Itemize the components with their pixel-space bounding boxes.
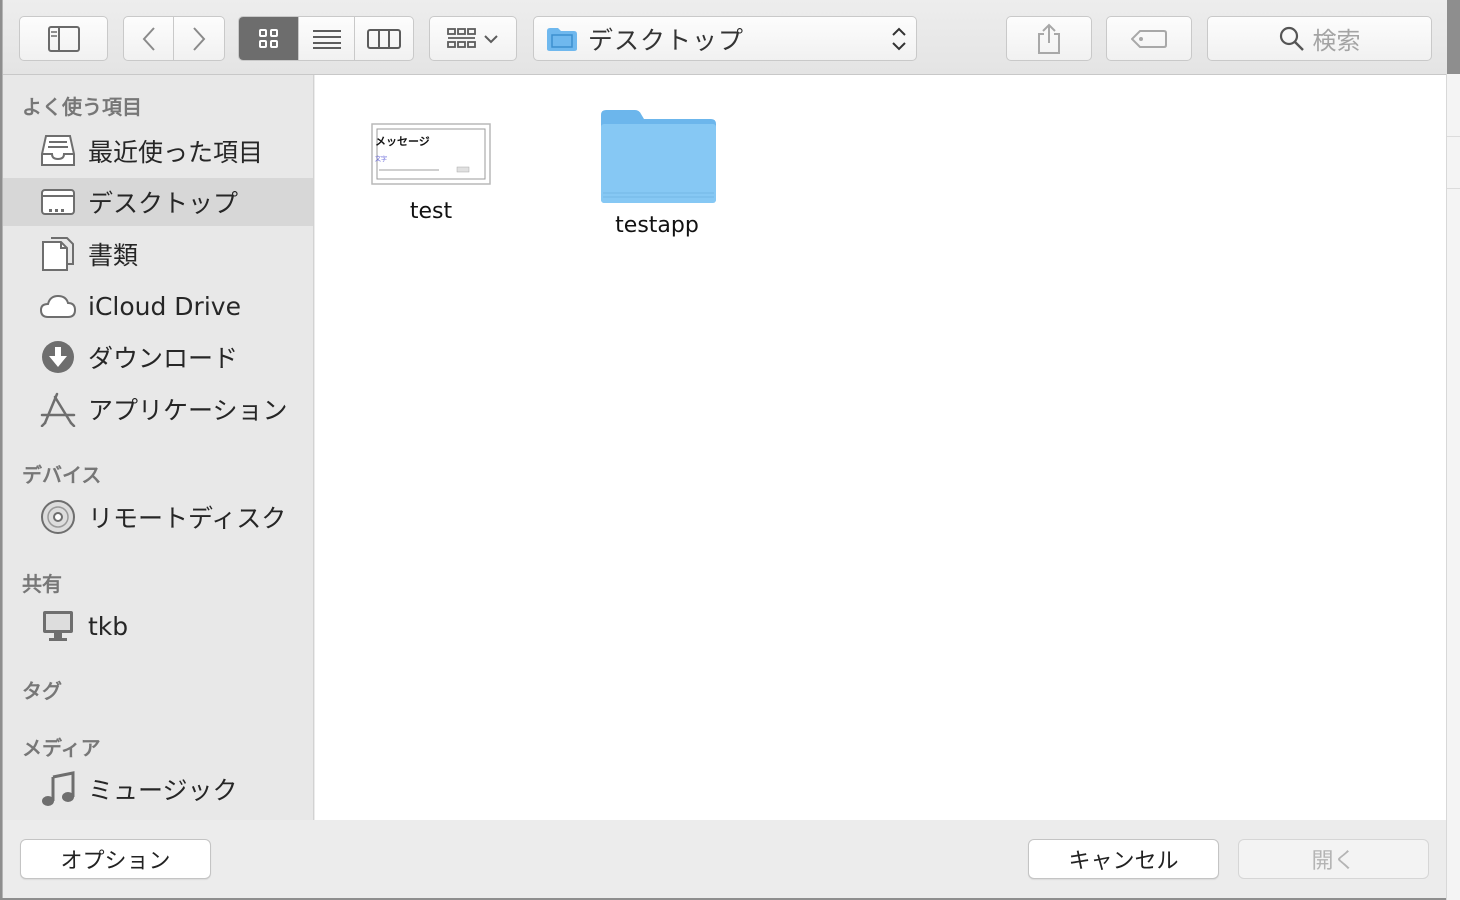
share-icon bbox=[1038, 23, 1060, 54]
dialog-footer: オプション キャンセル 開く bbox=[3, 820, 1447, 898]
downloads-icon bbox=[38, 337, 78, 377]
stepper-arrows-icon bbox=[892, 27, 906, 51]
icloud-icon bbox=[38, 286, 78, 326]
share-button[interactable] bbox=[1006, 16, 1092, 61]
list-icon bbox=[312, 29, 341, 49]
sidebar-item-downloads[interactable]: ダウンロード bbox=[3, 333, 313, 381]
columns-icon bbox=[367, 28, 401, 49]
sidebar-item-label: 最近使った項目 bbox=[88, 138, 264, 167]
folder-icon bbox=[601, 110, 716, 203]
navigation-buttons bbox=[123, 16, 225, 61]
file-name: test bbox=[409, 199, 453, 224]
section-header-media: メディア bbox=[22, 736, 101, 760]
divider bbox=[1447, 188, 1460, 189]
file-dialog-window: デスクトップ 検索 よく使う項目 最近使った項目 デスクトップ 書類 iClou… bbox=[2, 0, 1447, 898]
icon-view-button[interactable] bbox=[239, 17, 299, 60]
search-placeholder: 検索 bbox=[1312, 27, 1361, 55]
file-name: testapp bbox=[615, 213, 699, 238]
sidebar: よく使う項目 最近使った項目 デスクトップ 書類 iCloud Drive ダウ… bbox=[3, 75, 314, 820]
desktop-icon bbox=[38, 182, 78, 222]
list-view-button[interactable] bbox=[299, 17, 355, 60]
cancel-button[interactable]: キャンセル bbox=[1028, 839, 1219, 879]
column-view-button[interactable] bbox=[355, 17, 413, 60]
tag-button[interactable] bbox=[1106, 16, 1192, 61]
sidebar-item-tkb[interactable]: tkb bbox=[3, 602, 313, 650]
tag-icon bbox=[1131, 29, 1167, 48]
sidebar-item-applications[interactable]: アプリケーション bbox=[3, 385, 313, 433]
applications-icon bbox=[38, 389, 78, 429]
divider bbox=[1447, 136, 1460, 137]
background-window-edge bbox=[1446, 74, 1460, 900]
document-thumbnail bbox=[371, 113, 491, 187]
sidebar-item-label: 書類 bbox=[88, 241, 139, 270]
path-popup[interactable]: デスクトップ bbox=[533, 16, 917, 61]
recents-icon bbox=[38, 131, 78, 171]
file-item-testapp[interactable]: testapp bbox=[567, 107, 747, 238]
sidebar-item-remote-disc[interactable]: リモートディスク bbox=[3, 493, 313, 541]
chevron-right-icon bbox=[193, 26, 206, 51]
open-button[interactable]: 開く bbox=[1238, 839, 1429, 879]
sidebar-item-recents[interactable]: 最近使った項目 bbox=[3, 127, 313, 175]
path-label: デスクトップ bbox=[588, 25, 745, 55]
arrange-button[interactable] bbox=[429, 16, 517, 61]
chevron-left-icon bbox=[142, 26, 155, 51]
search-icon bbox=[1279, 26, 1304, 51]
sidebar-item-label: ダウンロード bbox=[88, 344, 239, 373]
disc-icon bbox=[38, 497, 78, 537]
grid-icon bbox=[258, 28, 278, 48]
documents-icon bbox=[38, 234, 78, 274]
sidebar-item-label: tkb bbox=[88, 611, 129, 641]
toolbar: デスクトップ 検索 bbox=[3, 0, 1447, 75]
section-header-devices: デバイス bbox=[22, 463, 102, 487]
sidebar-item-label: リモートディスク bbox=[88, 504, 287, 533]
thumbnail-title: メッセージ bbox=[375, 135, 430, 148]
back-button[interactable] bbox=[124, 17, 175, 60]
options-button[interactable]: オプション bbox=[20, 839, 211, 879]
sidebar-icon bbox=[47, 25, 80, 52]
sidebar-toggle-button[interactable] bbox=[19, 16, 108, 61]
sidebar-item-label: iCloud Drive bbox=[88, 291, 241, 321]
forward-button[interactable] bbox=[174, 17, 224, 60]
computer-icon bbox=[38, 606, 78, 646]
sidebar-item-documents[interactable]: 書類 bbox=[3, 230, 313, 278]
sidebar-item-label: ミュージック bbox=[88, 776, 238, 805]
sidebar-item-label: アプリケーション bbox=[88, 396, 288, 425]
document-icon bbox=[371, 123, 491, 185]
section-header-favorites: よく使う項目 bbox=[22, 95, 142, 119]
sidebar-item-music[interactable]: ミュージック bbox=[3, 765, 313, 813]
folder-thumbnail bbox=[595, 107, 719, 205]
sidebar-item-desktop[interactable]: デスクトップ bbox=[3, 178, 313, 226]
sidebar-item-label: デスクトップ bbox=[88, 189, 239, 218]
file-item-test[interactable]: メッセージ 文字 test bbox=[341, 113, 521, 224]
search-field[interactable]: 検索 bbox=[1207, 16, 1432, 61]
file-browser: メッセージ 文字 test testapp bbox=[315, 75, 1447, 820]
sidebar-item-icloud-drive[interactable]: iCloud Drive bbox=[3, 282, 313, 330]
arrange-grid-icon bbox=[447, 27, 476, 48]
view-mode-segment bbox=[238, 16, 414, 61]
chevron-down-icon bbox=[484, 34, 498, 43]
music-icon bbox=[38, 769, 78, 809]
section-header-shared: 共有 bbox=[22, 572, 62, 596]
thumbnail-subtitle: 文字 bbox=[375, 156, 388, 163]
folder-icon bbox=[547, 27, 577, 51]
section-header-tags: タグ bbox=[22, 679, 62, 703]
